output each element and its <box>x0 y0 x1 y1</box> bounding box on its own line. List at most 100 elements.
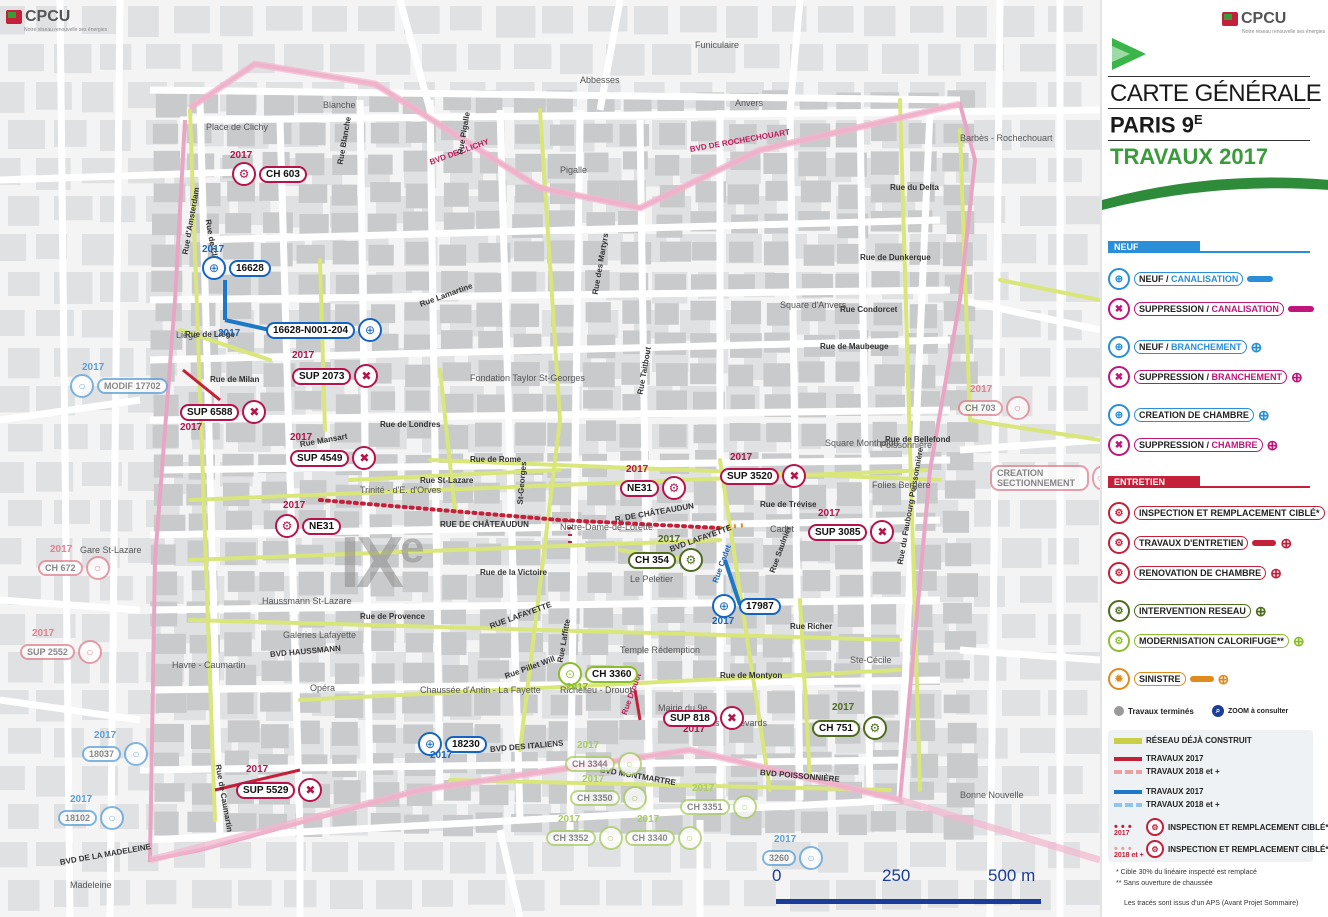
block <box>358 842 395 871</box>
block <box>1066 196 1100 225</box>
block <box>763 363 793 387</box>
work-marker[interactable]: 16628-N001-204 ⊕ <box>266 318 383 342</box>
other-marker[interactable]: CH 703 ○ <box>958 396 1030 420</box>
legend-label: SINISTRE <box>1134 672 1186 686</box>
block <box>0 82 25 113</box>
arrondissement-sup: e <box>400 523 425 572</box>
panel-logo-text: CPCU <box>1241 10 1287 27</box>
work-marker[interactable]: ⊕ 18230 <box>418 732 487 756</box>
block <box>0 538 22 565</box>
other-marker[interactable]: CH 3344 ○ <box>565 752 642 776</box>
block <box>1066 728 1100 754</box>
legend-line-year: 2018 et + <box>1114 852 1144 859</box>
block <box>153 150 181 174</box>
block <box>511 271 537 293</box>
work-marker[interactable]: ⚙ CH 603 <box>232 162 307 186</box>
legend-label-a: SUPPRESSION / <box>1139 304 1212 314</box>
block <box>942 152 969 172</box>
block <box>333 780 361 805</box>
block <box>312 842 349 872</box>
work-marker[interactable]: NE31 ⚙ <box>620 476 687 500</box>
block <box>369 630 394 652</box>
other-marker[interactable]: CH 672 ○ <box>38 556 110 580</box>
work-marker[interactable]: SUP 3085 ✖ <box>808 520 895 544</box>
marker-year: 2017 <box>283 500 306 511</box>
block <box>910 842 946 868</box>
other-marker[interactable]: ○ MODIF 17702 <box>70 374 168 398</box>
place-label: Trinité - d'E. d'Orves <box>360 485 442 495</box>
block <box>1002 690 1041 716</box>
work-marker[interactable]: CH 751 ⚙ <box>812 716 887 740</box>
other-marker[interactable]: CREATION SECTIONNEMENT○ <box>990 465 1100 491</box>
other-marker[interactable]: CH 3340 ○ <box>625 826 702 850</box>
marker-code: CH 3351 <box>680 799 730 815</box>
block <box>945 543 972 567</box>
work-marker[interactable]: ⊕ 16628 <box>202 256 271 280</box>
block <box>763 152 788 175</box>
block <box>680 6 717 33</box>
work-marker[interactable]: CH 354 ⚙ <box>628 548 703 572</box>
marker-year: 2017 <box>832 702 855 713</box>
marker-code: 16628 <box>229 259 271 277</box>
block <box>515 124 543 144</box>
block <box>335 394 361 416</box>
block <box>299 214 329 234</box>
block <box>728 241 754 263</box>
map-canvas <box>0 0 1100 917</box>
work-marker[interactable]: SUP 4549 ✖ <box>290 446 377 470</box>
legend-item: ⊕ NEUF / CANALISATION <box>1108 268 1274 290</box>
block <box>368 244 394 266</box>
legend-line-item: TRAVAUX 2017 <box>1114 754 1204 763</box>
title-line3: TRAVAUX 2017 <box>1110 144 1269 169</box>
street-label: Rue de Londres <box>380 420 441 429</box>
other-marker[interactable]: 18102 ○ <box>58 806 125 830</box>
block <box>800 811 829 834</box>
block <box>874 364 905 387</box>
block <box>910 151 937 172</box>
block <box>910 6 944 33</box>
other-marker[interactable]: CH 3351 ○ <box>680 795 757 819</box>
street-label: RUE DE CHÂTEAUDUN <box>440 520 529 529</box>
block <box>422 44 457 72</box>
block <box>870 811 896 832</box>
marker-icon: ⊕ <box>358 318 383 342</box>
block <box>656 390 687 411</box>
block <box>690 121 716 142</box>
block <box>442 574 468 600</box>
block <box>312 6 347 32</box>
legend-line-label: TRAVAUX 2018 et + <box>1146 800 1220 809</box>
block <box>585 302 611 323</box>
legend-line-label: TRAVAUX 2017 <box>1146 754 1204 763</box>
legend-line-swatch <box>1114 756 1142 761</box>
other-marker[interactable]: SUP 2552 ○ <box>20 640 102 664</box>
other-marker[interactable]: CH 3352 ○ <box>546 826 623 850</box>
block <box>227 720 260 743</box>
work-marker[interactable]: ⊕ 17987 <box>712 594 781 618</box>
legend-line-swatch <box>1114 789 1142 794</box>
block <box>475 574 504 598</box>
place-label: Folies Bergère <box>872 480 931 490</box>
work-marker[interactable]: SUP 2073 ✖ <box>292 364 379 388</box>
block <box>727 184 760 205</box>
place-label: Liège <box>176 330 199 340</box>
block <box>871 602 897 625</box>
other-marker[interactable]: CH 3350 ○ <box>570 786 647 810</box>
legend-target-icon: ⊕ <box>1266 436 1279 453</box>
block <box>174 6 210 34</box>
legend-panel: CPCU Notre réseau renouvelle ses énergie… <box>1100 0 1328 917</box>
work-marker[interactable]: ⚙ NE31 <box>275 514 342 538</box>
legend-line-item: TRAVAUX 2017 <box>1114 787 1204 796</box>
block <box>974 272 1009 301</box>
map-area[interactable]: BVD DE CLICHY BVD DE ROCHECHOUART BVD HAUS… <box>0 0 1100 917</box>
work-marker[interactable]: SUP 6588 ✖ <box>180 400 267 424</box>
block <box>560 44 593 75</box>
marker-icon: ✖ <box>242 400 267 424</box>
other-marker[interactable]: 18037 ○ <box>82 742 149 766</box>
block <box>474 273 504 294</box>
block <box>36 310 74 337</box>
title-top-rule <box>1108 76 1310 77</box>
block <box>442 393 474 414</box>
work-marker[interactable]: SUP 5529 ✖ <box>236 778 323 802</box>
marker-year: 2017 <box>94 730 117 741</box>
work-marker[interactable]: SUP 3520 ✖ <box>720 464 807 488</box>
